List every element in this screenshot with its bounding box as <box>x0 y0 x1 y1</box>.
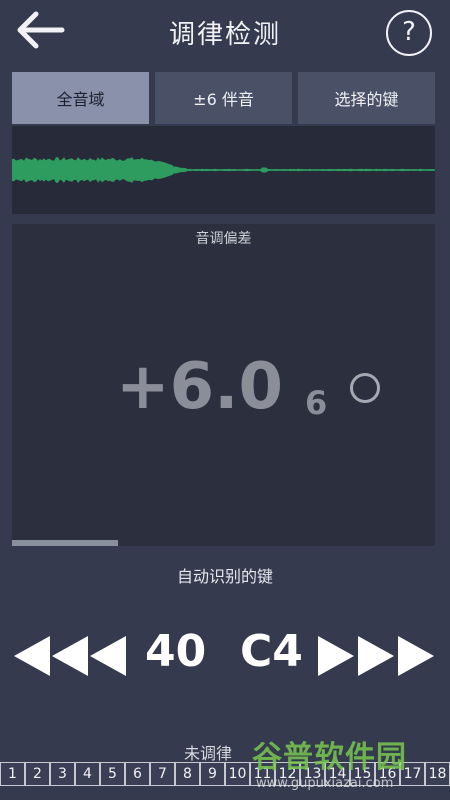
triple-right-arrow-icon <box>318 636 434 676</box>
tab-full-range[interactable]: 全音域 <box>12 72 149 124</box>
status-ring-icon <box>350 373 380 403</box>
watermark-main: 谷普软件园 <box>252 740 407 775</box>
key-cell[interactable]: 7 <box>150 762 175 786</box>
waveform-display <box>12 126 435 214</box>
waveform-graph <box>12 157 435 183</box>
key-number: 40 <box>145 626 207 677</box>
watermark: 谷普软件园 www.gupuxiazai.com <box>246 726 450 800</box>
key-cell[interactable]: 9 <box>200 762 225 786</box>
help-button[interactable]: ? <box>386 10 432 56</box>
key-cell[interactable]: 1 <box>0 762 25 786</box>
key-name: C4 <box>240 626 303 677</box>
key-selector: 40 C4 <box>0 624 450 688</box>
prev-key-button[interactable] <box>14 624 132 688</box>
deviation-progress-bar <box>12 540 435 546</box>
triple-left-arrow-icon <box>14 636 126 676</box>
key-cell[interactable]: 4 <box>75 762 100 786</box>
key-cell[interactable]: 6 <box>125 762 150 786</box>
mode-tabs: 全音域 ±6 伴音 选择的键 <box>12 72 435 124</box>
tab-plus-minus-6[interactable]: ±6 伴音 <box>155 72 292 124</box>
progress-fill <box>12 540 118 546</box>
auto-detect-label: 自动识别的键 <box>176 567 273 586</box>
app-header: 调律检测 ? <box>0 0 450 66</box>
panel-label: 音调偏差 <box>195 231 252 247</box>
key-cell[interactable]: 8 <box>175 762 200 786</box>
key-cell[interactable]: 2 <box>25 762 50 786</box>
next-key-button[interactable] <box>318 624 436 688</box>
deviation-sub-digit: 6 <box>305 384 328 422</box>
untuned-label: 未调律 <box>184 744 233 763</box>
key-cell[interactable]: 5 <box>100 762 125 786</box>
page-title: 调律检测 <box>168 20 281 50</box>
key-cell[interactable]: 3 <box>50 762 75 786</box>
watermark-url: www.gupuxiazai.com <box>256 776 394 791</box>
tab-selected-key[interactable]: 选择的键 <box>298 72 435 124</box>
deviation-value: +6.0 <box>116 350 283 424</box>
